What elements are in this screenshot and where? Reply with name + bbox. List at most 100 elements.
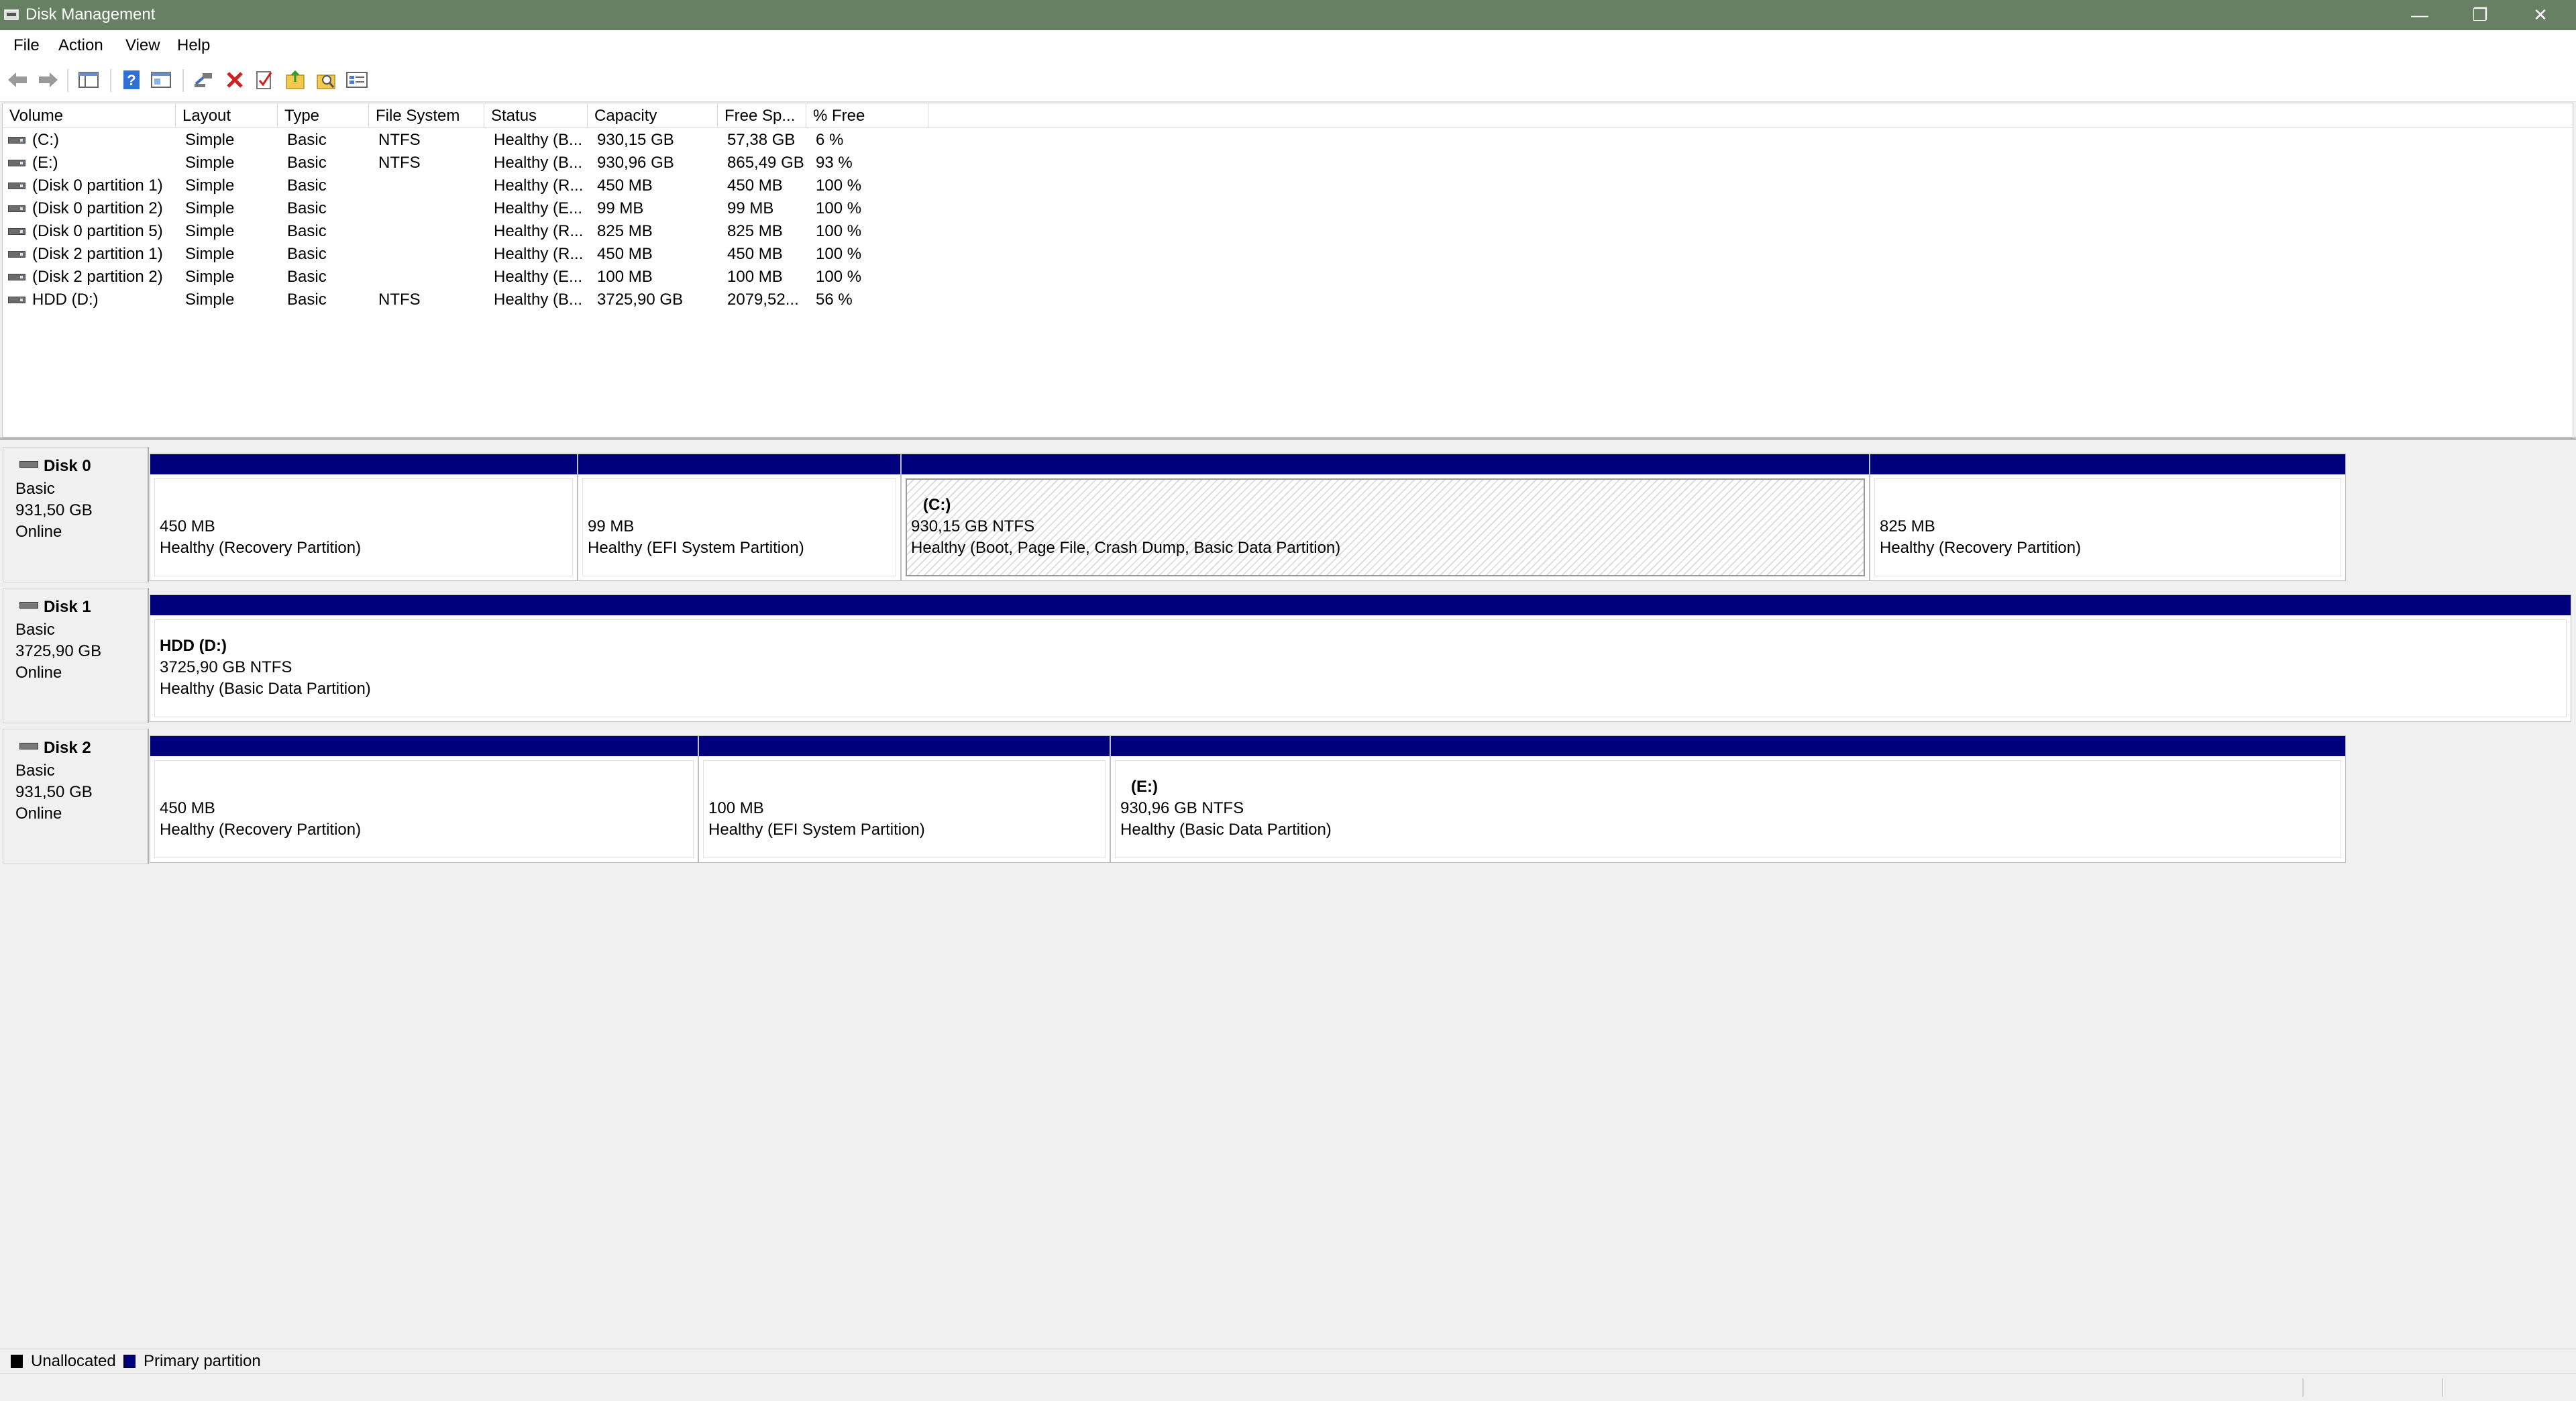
volume-row[interactable]: (Disk 2 partition 1) Simple Basic Healthy (… bbox=[3, 243, 2573, 266]
properties-pane-icon[interactable] bbox=[148, 66, 174, 93]
cell-type: Basic bbox=[287, 154, 327, 172]
disk-icon bbox=[19, 602, 38, 609]
volume-row[interactable]: (Disk 0 partition 2) Simple Basic Healthy (… bbox=[3, 197, 2573, 220]
disk-management-app-icon bbox=[4, 9, 19, 20]
cell-type: Basic bbox=[287, 245, 327, 263]
volume-row[interactable]: HDD (D:) Simple Basic NTFS Healthy (B... 3725… bbox=[3, 289, 2573, 311]
close-button[interactable]: ✕ bbox=[2510, 0, 2571, 30]
search-folder-icon[interactable] bbox=[313, 66, 339, 93]
disk-size: 931,50 GB bbox=[15, 783, 93, 801]
column-header-status[interactable]: Status bbox=[484, 103, 588, 128]
column-header-percent-free[interactable]: % Free bbox=[806, 103, 928, 128]
partition-disk0-c-drive[interactable]: (C:) 930,15 GB NTFS Healthy (Boot, Page … bbox=[901, 454, 1870, 581]
volume-icon bbox=[8, 297, 25, 303]
cell-volume: (E:) bbox=[32, 154, 58, 172]
volume-icon bbox=[8, 137, 25, 144]
cell-percent-free: 100 % bbox=[816, 199, 862, 217]
partition-status: Healthy (EFI System Partition) bbox=[588, 539, 804, 557]
cell-status: Healthy (B... bbox=[494, 131, 583, 149]
column-header-volume[interactable]: Volume bbox=[3, 103, 176, 128]
cell-file-system: NTFS bbox=[378, 154, 421, 172]
partition-size: 450 MB bbox=[160, 517, 215, 535]
disk-type: Basic bbox=[15, 480, 55, 498]
volume-list[interactable]: Volume Layout Type File System Status Ca… bbox=[2, 103, 2573, 437]
properties-list-icon[interactable] bbox=[343, 66, 370, 93]
toolbar: ? bbox=[0, 61, 2576, 102]
column-header-layout[interactable]: Layout bbox=[176, 103, 278, 128]
cell-free-space: 57,38 GB bbox=[727, 131, 796, 149]
disk-graphical-view: Disk 0 Basic 931,50 GB Online 450 MB Hea… bbox=[0, 440, 2576, 1349]
cell-status: Healthy (R... bbox=[494, 176, 584, 195]
volume-icon bbox=[8, 160, 25, 166]
partition-disk2-efi[interactable]: 100 MB Healthy (EFI System Partition) bbox=[698, 735, 1110, 863]
cell-type: Basic bbox=[287, 291, 327, 309]
volume-row[interactable]: (Disk 0 partition 1) Simple Basic Healthy (… bbox=[3, 174, 2573, 197]
title-bar: Disk Management — ❐ ✕ bbox=[0, 0, 2576, 30]
menu-action[interactable]: Action bbox=[58, 36, 103, 56]
cell-capacity: 99 MB bbox=[597, 199, 644, 217]
disk-2-label[interactable]: Disk 2 Basic 931,50 GB Online bbox=[3, 729, 149, 864]
cell-percent-free: 56 % bbox=[816, 291, 853, 309]
column-header-file-system[interactable]: File System bbox=[369, 103, 484, 128]
partition-status: Healthy (EFI System Partition) bbox=[708, 821, 925, 839]
delete-icon[interactable] bbox=[221, 66, 248, 93]
disk-name: Disk 1 bbox=[44, 598, 91, 616]
open-folder-icon[interactable] bbox=[282, 66, 309, 93]
restore-button[interactable]: ❐ bbox=[2450, 0, 2510, 30]
cell-percent-free: 100 % bbox=[816, 245, 862, 263]
cell-layout: Simple bbox=[185, 245, 235, 263]
cell-percent-free: 100 % bbox=[816, 268, 862, 286]
cell-status: Healthy (B... bbox=[494, 291, 583, 309]
column-header-capacity[interactable]: Capacity bbox=[588, 103, 718, 128]
cell-type: Basic bbox=[287, 222, 327, 240]
primary-partition-swatch bbox=[123, 1355, 136, 1368]
partition-color-bar bbox=[578, 454, 900, 474]
help-icon[interactable]: ? bbox=[118, 66, 145, 93]
volume-row[interactable]: (Disk 0 partition 5) Simple Basic Healthy (… bbox=[3, 220, 2573, 243]
partition-disk0-efi[interactable]: 99 MB Healthy (EFI System Partition) bbox=[578, 454, 901, 581]
cell-type: Basic bbox=[287, 131, 327, 149]
cell-capacity: 930,15 GB bbox=[597, 131, 674, 149]
menu-view[interactable]: View bbox=[125, 36, 160, 56]
volume-row[interactable]: (E:) Simple Basic NTFS Healthy (B... 930,96 G… bbox=[3, 152, 2573, 174]
toolbar-separator bbox=[67, 69, 68, 92]
connect-disk-icon[interactable] bbox=[191, 66, 217, 93]
cell-capacity: 825 MB bbox=[597, 222, 653, 240]
partition-disk2-e-drive[interactable]: (E:) 930,96 GB NTFS Healthy (Basic Data … bbox=[1110, 735, 2346, 863]
partition-disk0-recovery[interactable]: 450 MB Healthy (Recovery Partition) bbox=[150, 454, 578, 581]
partition-size: 100 MB bbox=[708, 799, 764, 817]
window-title: Disk Management bbox=[25, 5, 156, 23]
partition-status: Healthy (Boot, Page File, Crash Dump, Ba… bbox=[911, 539, 1341, 557]
show-console-tree-icon[interactable] bbox=[75, 66, 102, 93]
volume-row[interactable]: (Disk 2 partition 2) Simple Basic Healthy (… bbox=[3, 266, 2573, 289]
volume-icon bbox=[8, 228, 25, 235]
cell-percent-free: 6 % bbox=[816, 131, 844, 149]
partition-disk0-recovery-2[interactable]: 825 MB Healthy (Recovery Partition) bbox=[1870, 454, 2346, 581]
forward-arrow-icon[interactable] bbox=[35, 66, 62, 93]
partition-color-bar bbox=[902, 454, 1869, 474]
cell-percent-free: 93 % bbox=[816, 154, 853, 172]
toolbar-separator bbox=[110, 69, 111, 92]
cell-free-space: 825 MB bbox=[727, 222, 783, 240]
partition-size: 930,96 GB NTFS bbox=[1120, 799, 1244, 817]
volume-row[interactable]: (C:) Simple Basic NTFS Healthy (B... 930,15 G… bbox=[3, 129, 2573, 152]
cell-type: Basic bbox=[287, 199, 327, 217]
cell-volume: (Disk 0 partition 1) bbox=[32, 176, 163, 195]
menu-help[interactable]: Help bbox=[177, 36, 210, 56]
check-properties-icon[interactable] bbox=[251, 66, 278, 93]
partition-disk1-d-drive[interactable]: HDD (D:) 3725,90 GB NTFS Healthy (Basic … bbox=[150, 594, 2571, 722]
partition-disk2-recovery[interactable]: 450 MB Healthy (Recovery Partition) bbox=[150, 735, 698, 863]
cell-status: Healthy (R... bbox=[494, 222, 584, 240]
minimize-button[interactable]: — bbox=[2390, 0, 2450, 30]
partition-color-bar bbox=[699, 736, 1110, 756]
back-arrow-icon[interactable] bbox=[4, 66, 31, 93]
column-header-type[interactable]: Type bbox=[278, 103, 369, 128]
cell-file-system: NTFS bbox=[378, 291, 421, 309]
column-header-free-space[interactable]: Free Sp... bbox=[718, 103, 806, 128]
disk-0-label[interactable]: Disk 0 Basic 931,50 GB Online bbox=[3, 447, 149, 582]
cell-volume: (C:) bbox=[32, 131, 59, 149]
menu-file[interactable]: File bbox=[13, 36, 40, 56]
cell-layout: Simple bbox=[185, 291, 235, 309]
disk-1-label[interactable]: Disk 1 Basic 3725,90 GB Online bbox=[3, 588, 149, 723]
disk-state: Online bbox=[15, 523, 62, 541]
